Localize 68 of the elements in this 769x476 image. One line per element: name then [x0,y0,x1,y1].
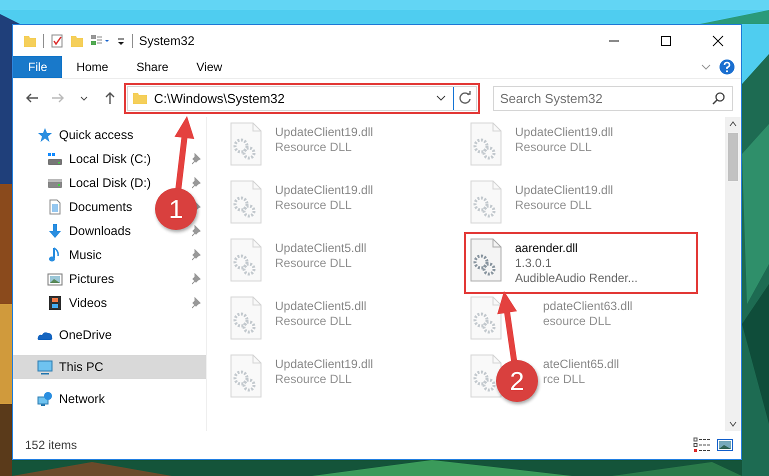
picture-icon [47,271,63,287]
tiles-view-icon [717,437,733,453]
file-detail: esource DLL [543,314,612,329]
forward-icon [51,91,65,105]
chevron-icon [435,93,447,103]
file-detail: 1.3.0.1 [515,256,553,271]
chevron-icon [701,63,711,71]
sidebar-item[interactable]: Network [37,391,105,407]
file-name: aarender.dll [515,241,579,256]
search-field[interactable]: Search System32 [500,90,712,106]
sidebar-item[interactable]: Quick access [37,127,134,143]
scroll-thumb[interactable] [728,133,738,181]
search-box[interactable]: Search System32 [493,86,733,110]
window-title: System32 [139,34,195,48]
file-name: ateClient65.dll [543,357,620,372]
item-count: 152 items [25,438,78,452]
folder-icon [132,90,148,106]
sidebar-item[interactable]: Videos [47,295,107,311]
file-name: UpdateClient19.dll [275,357,374,372]
download-icon [47,223,63,239]
file-detail: Resource DLL [275,140,353,155]
monitor-icon [37,359,53,375]
help-icon [719,59,735,75]
file-name: UpdateClient19.dll [515,183,614,198]
file-detail: Resource DLL [275,314,353,329]
file-detail: AudibleAudio Render... [515,271,638,286]
scrollbar[interactable] [725,117,741,431]
file-detail: rce DLL [543,372,586,387]
network-icon [37,391,53,407]
file-detail: Resource DLL [275,372,353,387]
refresh-icon [458,91,472,105]
search-icon [712,91,726,105]
sidebar-item[interactable]: Documents [47,199,132,215]
folder-icon [23,34,37,48]
file-detail: Resource DLL [515,140,593,155]
sidebar-item[interactable]: Downloads [47,223,131,239]
folder-icon [70,34,84,48]
file-detail: Resource DLL [275,198,353,213]
file-name: UpdateClient19.dll [515,125,614,140]
sidebar-item[interactable]: This PC [37,359,104,375]
file-name: UpdateClient5.dll [275,241,366,256]
checklist-icon [50,34,64,48]
details-view-icon [693,437,711,453]
drive-icon [47,151,63,167]
step-badge: 1 [155,188,197,230]
ribbon-tab[interactable]: View [182,56,236,78]
sidebar-item[interactable]: Pictures [47,271,114,287]
up-icon [103,91,117,105]
file-name: UpdateClient5.dll [275,299,366,314]
maximize-icon [660,34,672,46]
ribbon-tab[interactable]: Home [62,56,122,78]
ribbon-tab[interactable]: Share [122,56,182,78]
close-icon [712,34,724,46]
file-detail: Resource DLL [515,198,593,213]
sidebar-item[interactable]: Music [47,247,102,263]
properties-icon [90,34,110,48]
file-name: UpdateClient19.dll [275,183,374,198]
film-icon [47,295,63,311]
back-icon [25,91,39,105]
document-icon [47,199,63,215]
step-badge: 2 [496,360,538,402]
file-name: pdateClient63.dll [543,299,632,314]
sidebar-item[interactable]: Local Disk (C:) [47,151,151,167]
sidebar-item[interactable]: OneDrive [37,327,112,343]
file-name: UpdateClient19.dll [275,125,374,140]
file-detail: Resource DLL [275,256,353,271]
star-icon [37,127,53,143]
sidebar-item[interactable]: Local Disk (D:) [47,175,151,191]
